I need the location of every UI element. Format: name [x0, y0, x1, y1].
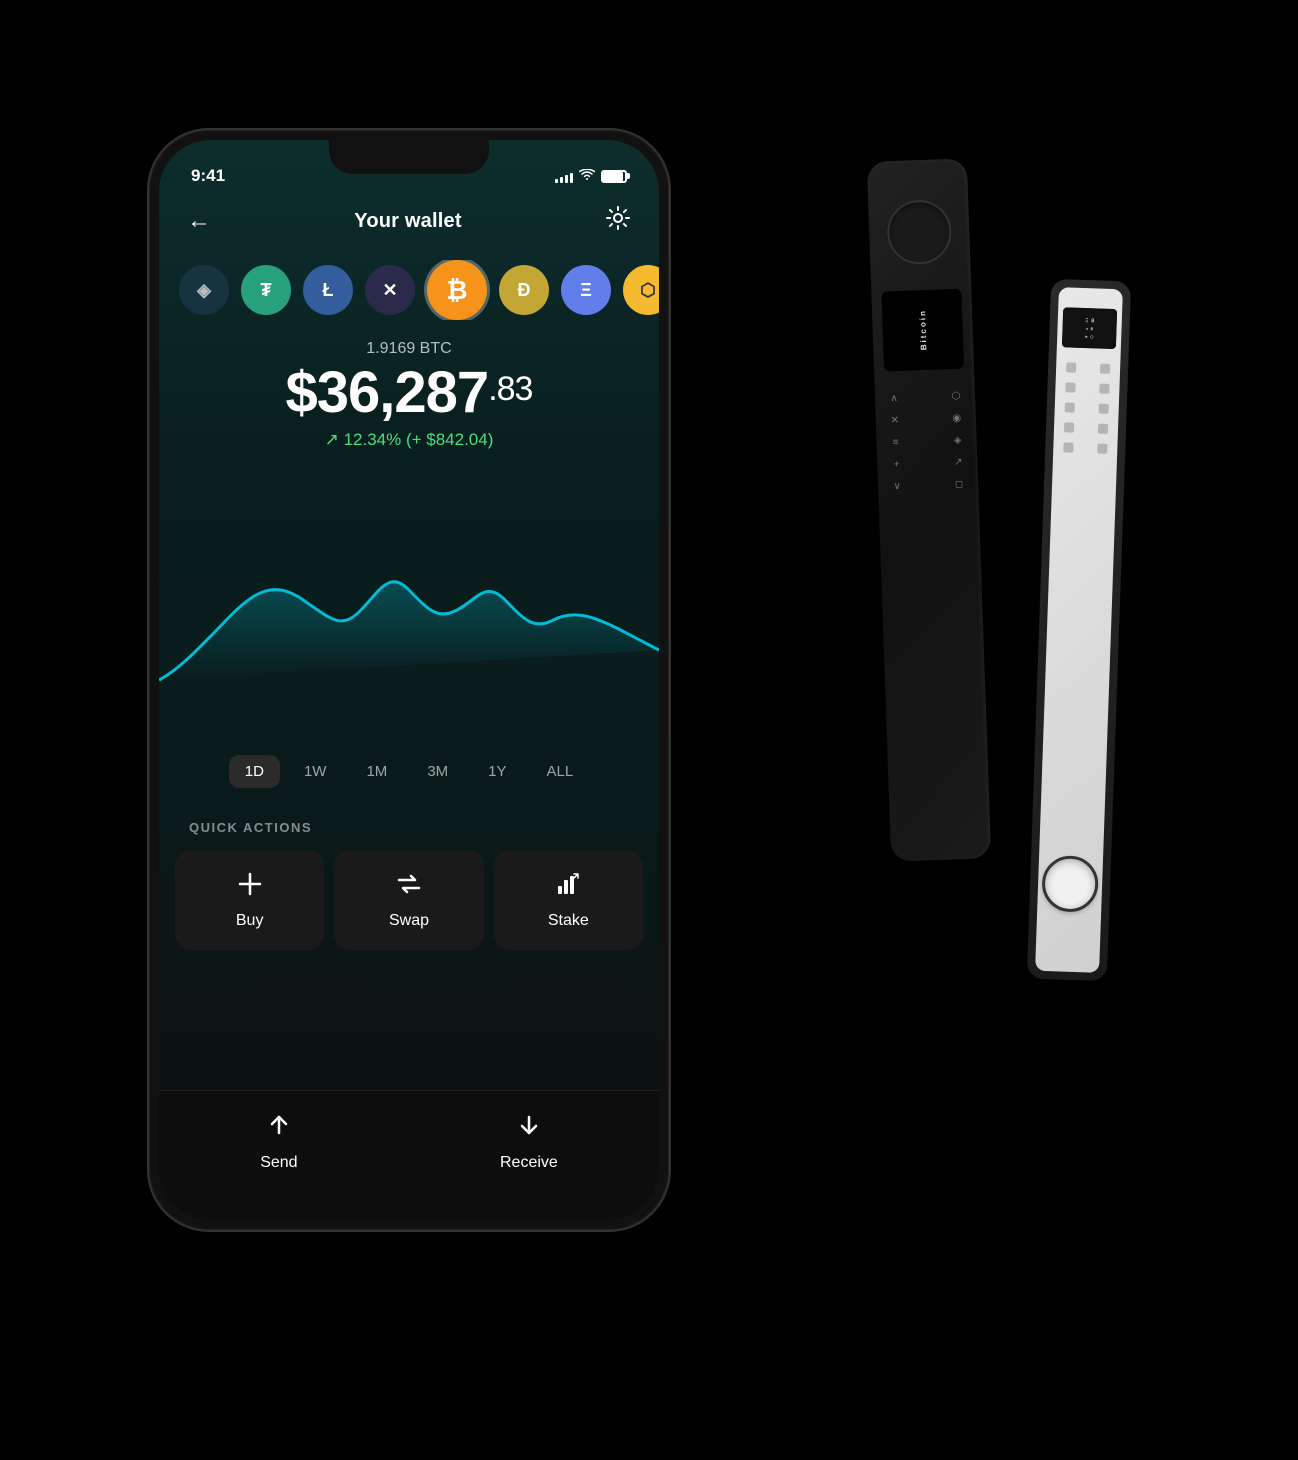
status-time: 9:41 — [191, 166, 225, 186]
app-header: ← Your wallet — [159, 205, 659, 237]
phone-screen: 9:41 — [159, 140, 659, 1220]
ledger-screen-1-text: Bitcoin — [918, 309, 928, 350]
coin-item-tether[interactable]: ₮ — [241, 265, 291, 315]
balance-dollar-main: $36,287 — [286, 360, 489, 425]
wifi-icon — [579, 168, 595, 184]
scene: 9:41 — [99, 80, 1199, 1380]
ledger-buttons-2 — [1061, 362, 1112, 454]
ledger-device-1: Bitcoin ∧ ⬡ ✕ ◉ ≡ ◈ + ↗ ∨ ◻ — [867, 158, 991, 861]
status-icons — [555, 168, 627, 184]
ledger-device-2-body: Ξ B ✕ Ð ≡ ⬡ — [1035, 287, 1123, 973]
buy-label: Buy — [236, 912, 264, 930]
balance-dollar-cents: .83 — [488, 372, 532, 406]
coin-item-doge[interactable]: Ð — [499, 265, 549, 315]
settings-button[interactable] — [605, 205, 631, 237]
buy-button[interactable]: Buy — [175, 850, 324, 950]
ledger-screen-1: Bitcoin — [881, 289, 964, 372]
page-title: Your wallet — [354, 210, 461, 233]
coin-item-litecoin[interactable]: Ł — [303, 265, 353, 315]
signal-icon — [555, 169, 573, 183]
time-btn-1y[interactable]: 1Y — [472, 755, 522, 788]
stake-label: Stake — [548, 912, 589, 930]
send-button[interactable]: Send — [260, 1111, 297, 1172]
time-btn-all[interactable]: ALL — [531, 755, 590, 788]
time-btn-1w[interactable]: 1W — [288, 755, 343, 788]
buy-icon — [236, 870, 264, 902]
coin-item-bitcoin[interactable]: ₿ — [427, 260, 487, 320]
back-button[interactable]: ← — [187, 207, 211, 235]
bottom-bar: Send Receive — [159, 1090, 659, 1220]
phone-notch — [329, 140, 489, 174]
swap-button[interactable]: Swap — [334, 850, 483, 950]
coin-item-bnb[interactable]: ⬡ — [623, 265, 659, 315]
coin-item-eth[interactable]: Ξ — [561, 265, 611, 315]
svg-text:✕ Ð: ✕ Ð — [1086, 326, 1094, 331]
coin-selector: ◈ ₮ Ł ✕ ₿ Ð Ξ — [159, 260, 659, 320]
phone: 9:41 — [149, 130, 669, 1230]
send-icon — [265, 1111, 293, 1146]
balance-change: ↗ 12.34% (+ $842.04) — [179, 430, 639, 450]
time-btn-3m[interactable]: 3M — [411, 755, 464, 788]
time-btn-1d[interactable]: 1D — [229, 755, 280, 788]
svg-text:Ξ B: Ξ B — [1085, 318, 1094, 324]
balance-section: 1.9169 BTC $36,287.83 ↗ 12.34% (+ $842.0… — [159, 340, 659, 450]
ledger-device-2: Ξ B ✕ Ð ≡ ⬡ — [1027, 279, 1131, 981]
swap-label: Swap — [389, 912, 429, 930]
coin-item-xrp[interactable]: ✕ — [365, 265, 415, 315]
receive-icon — [515, 1111, 543, 1146]
stake-button[interactable]: Stake — [494, 850, 643, 950]
stake-icon — [554, 870, 582, 902]
receive-button[interactable]: Receive — [500, 1111, 558, 1172]
quick-actions-label: QUICK ACTIONS — [189, 820, 312, 835]
balance-coin-amount: 1.9169 BTC — [179, 340, 639, 358]
price-chart — [159, 500, 659, 740]
time-selector: 1D 1W 1M 3M 1Y ALL — [159, 755, 659, 788]
ledger-screen-2: Ξ B ✕ Ð ≡ ⬡ — [1062, 307, 1117, 349]
swap-icon — [395, 870, 423, 902]
ledger-buttons-1: ∧ ⬡ ✕ ◉ ≡ ◈ + ↗ ∨ ◻ — [883, 389, 971, 494]
send-label: Send — [260, 1154, 297, 1172]
battery-icon — [601, 170, 627, 183]
time-btn-1m[interactable]: 1M — [350, 755, 403, 788]
receive-label: Receive — [500, 1154, 558, 1172]
coin-item-unknown[interactable]: ◈ — [179, 265, 229, 315]
svg-text:≡ ⬡: ≡ ⬡ — [1085, 334, 1094, 339]
quick-actions: Buy Swap — [175, 850, 643, 950]
balance-dollar: $36,287.83 — [179, 364, 639, 422]
